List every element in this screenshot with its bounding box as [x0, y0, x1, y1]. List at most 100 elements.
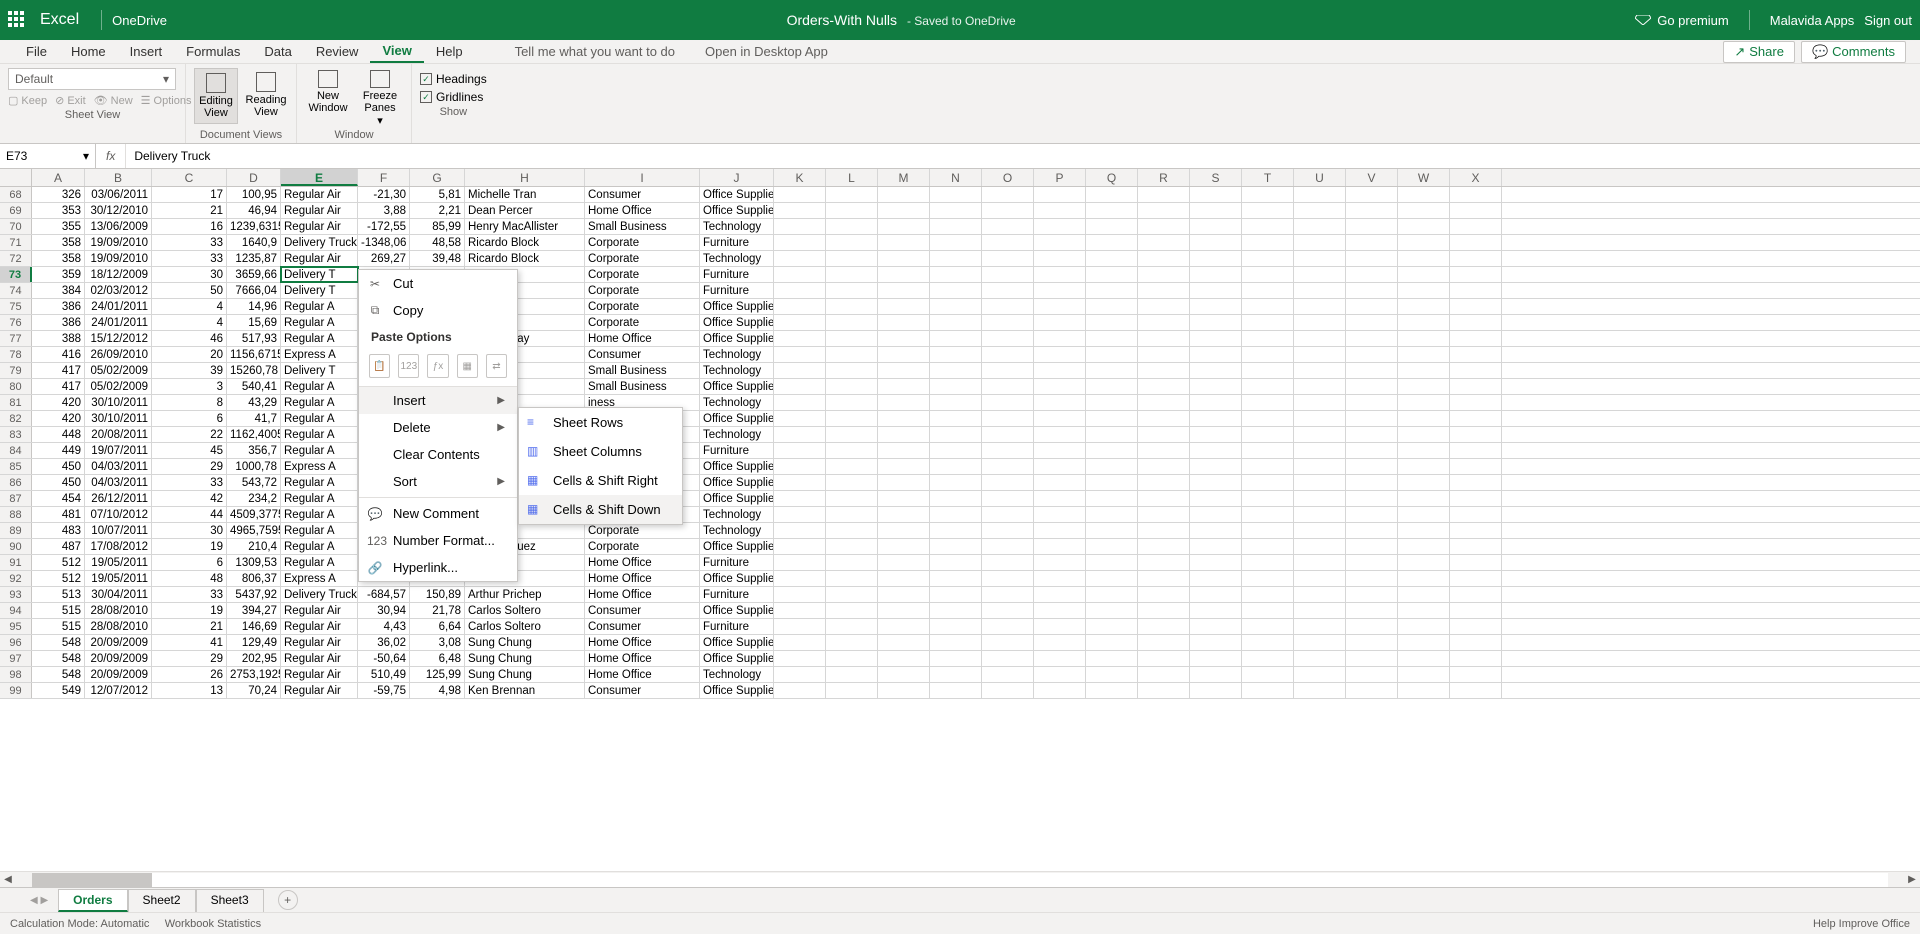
- row-header-76[interactable]: 76: [0, 315, 32, 330]
- cell-T97[interactable]: [1242, 651, 1294, 666]
- paste-transpose-icon[interactable]: ⇄: [486, 354, 507, 378]
- cell-B91[interactable]: 19/05/2011: [85, 555, 152, 570]
- cell-R92[interactable]: [1138, 571, 1190, 586]
- cell-P89[interactable]: [1034, 523, 1086, 538]
- cell-B84[interactable]: 19/07/2011: [85, 443, 152, 458]
- cell-A96[interactable]: 548: [32, 635, 85, 650]
- cell-E99[interactable]: Regular Air: [281, 683, 358, 698]
- cell-N76[interactable]: [930, 315, 982, 330]
- cell-N69[interactable]: [930, 203, 982, 218]
- cell-I68[interactable]: Consumer: [585, 187, 700, 202]
- hyperlink-menu-item[interactable]: 🔗Hyperlink...: [359, 554, 517, 581]
- grid-body[interactable]: 6832603/06/201117100,95Regular Air-21,30…: [0, 187, 1920, 871]
- cell-D74[interactable]: 7666,04: [227, 283, 281, 298]
- cell-M76[interactable]: [878, 315, 930, 330]
- cell-R91[interactable]: [1138, 555, 1190, 570]
- cell-B86[interactable]: 04/03/2011: [85, 475, 152, 490]
- cell-T78[interactable]: [1242, 347, 1294, 362]
- cell-C80[interactable]: 3: [152, 379, 227, 394]
- cell-K70[interactable]: [774, 219, 826, 234]
- cell-B92[interactable]: 19/05/2011: [85, 571, 152, 586]
- cell-N92[interactable]: [930, 571, 982, 586]
- cell-B75[interactable]: 24/01/2011: [85, 299, 152, 314]
- cell-O72[interactable]: [982, 251, 1034, 266]
- row-header-84[interactable]: 84: [0, 443, 32, 458]
- cell-J83[interactable]: Technology: [700, 427, 774, 442]
- cell-T95[interactable]: [1242, 619, 1294, 634]
- cell-J93[interactable]: Furniture: [700, 587, 774, 602]
- cell-B90[interactable]: 17/08/2012: [85, 539, 152, 554]
- cell-M83[interactable]: [878, 427, 930, 442]
- cell-R74[interactable]: [1138, 283, 1190, 298]
- cell-T87[interactable]: [1242, 491, 1294, 506]
- cell-P81[interactable]: [1034, 395, 1086, 410]
- cell-E87[interactable]: Regular A: [281, 491, 358, 506]
- row-header-97[interactable]: 97: [0, 651, 32, 666]
- cell-S90[interactable]: [1190, 539, 1242, 554]
- cell-U88[interactable]: [1294, 507, 1346, 522]
- cell-P93[interactable]: [1034, 587, 1086, 602]
- cell-J81[interactable]: Technology: [700, 395, 774, 410]
- cell-A85[interactable]: 450: [32, 459, 85, 474]
- cell-K73[interactable]: [774, 267, 826, 282]
- cell-D71[interactable]: 1640,9: [227, 235, 281, 250]
- cell-C93[interactable]: 33: [152, 587, 227, 602]
- cell-A98[interactable]: 548: [32, 667, 85, 682]
- add-sheet-button[interactable]: +: [278, 890, 298, 910]
- cell-B85[interactable]: 04/03/2011: [85, 459, 152, 474]
- cell-P86[interactable]: [1034, 475, 1086, 490]
- cell-O94[interactable]: [982, 603, 1034, 618]
- cell-N99[interactable]: [930, 683, 982, 698]
- delete-menu-item[interactable]: Delete▶: [359, 414, 517, 441]
- cell-R88[interactable]: [1138, 507, 1190, 522]
- cell-N81[interactable]: [930, 395, 982, 410]
- keep-button[interactable]: ▢ Keep: [8, 94, 47, 107]
- cell-D79[interactable]: 15260,78: [227, 363, 281, 378]
- cell-C75[interactable]: 4: [152, 299, 227, 314]
- row-header-85[interactable]: 85: [0, 459, 32, 474]
- cell-E72[interactable]: Regular Air: [281, 251, 358, 266]
- cell-N71[interactable]: [930, 235, 982, 250]
- cell-Q90[interactable]: [1086, 539, 1138, 554]
- cell-S87[interactable]: [1190, 491, 1242, 506]
- cell-I92[interactable]: Home Office: [585, 571, 700, 586]
- cell-E90[interactable]: Regular A: [281, 539, 358, 554]
- column-header-E[interactable]: E: [281, 169, 358, 186]
- cell-M73[interactable]: [878, 267, 930, 282]
- cell-A71[interactable]: 358: [32, 235, 85, 250]
- cell-O74[interactable]: [982, 283, 1034, 298]
- cell-P82[interactable]: [1034, 411, 1086, 426]
- cell-E83[interactable]: Regular A: [281, 427, 358, 442]
- cell-V97[interactable]: [1346, 651, 1398, 666]
- row-header-71[interactable]: 71: [0, 235, 32, 250]
- cell-J80[interactable]: Office Supplies: [700, 379, 774, 394]
- cell-S83[interactable]: [1190, 427, 1242, 442]
- cell-M69[interactable]: [878, 203, 930, 218]
- row-header-95[interactable]: 95: [0, 619, 32, 634]
- cell-A91[interactable]: 512: [32, 555, 85, 570]
- column-header-P[interactable]: P: [1034, 169, 1086, 186]
- cell-O91[interactable]: [982, 555, 1034, 570]
- sort-menu-item[interactable]: Sort▶: [359, 468, 517, 495]
- insert-sheet-columns[interactable]: ▥Sheet Columns: [519, 437, 682, 466]
- workbook-statistics[interactable]: Workbook Statistics: [165, 918, 261, 930]
- row-header-88[interactable]: 88: [0, 507, 32, 522]
- cell-N83[interactable]: [930, 427, 982, 442]
- cell-X81[interactable]: [1450, 395, 1502, 410]
- cell-S80[interactable]: [1190, 379, 1242, 394]
- cell-T82[interactable]: [1242, 411, 1294, 426]
- cell-W83[interactable]: [1398, 427, 1450, 442]
- cell-Q79[interactable]: [1086, 363, 1138, 378]
- row-header-70[interactable]: 70: [0, 219, 32, 234]
- cell-R70[interactable]: [1138, 219, 1190, 234]
- menu-tab-formulas[interactable]: Formulas: [174, 41, 252, 62]
- cell-J92[interactable]: Office Supplies: [700, 571, 774, 586]
- cell-J87[interactable]: Office Supplies: [700, 491, 774, 506]
- cell-X96[interactable]: [1450, 635, 1502, 650]
- cell-M72[interactable]: [878, 251, 930, 266]
- cell-J91[interactable]: Furniture: [700, 555, 774, 570]
- cell-E86[interactable]: Regular A: [281, 475, 358, 490]
- cell-W73[interactable]: [1398, 267, 1450, 282]
- cell-E97[interactable]: Regular Air: [281, 651, 358, 666]
- cell-A82[interactable]: 420: [32, 411, 85, 426]
